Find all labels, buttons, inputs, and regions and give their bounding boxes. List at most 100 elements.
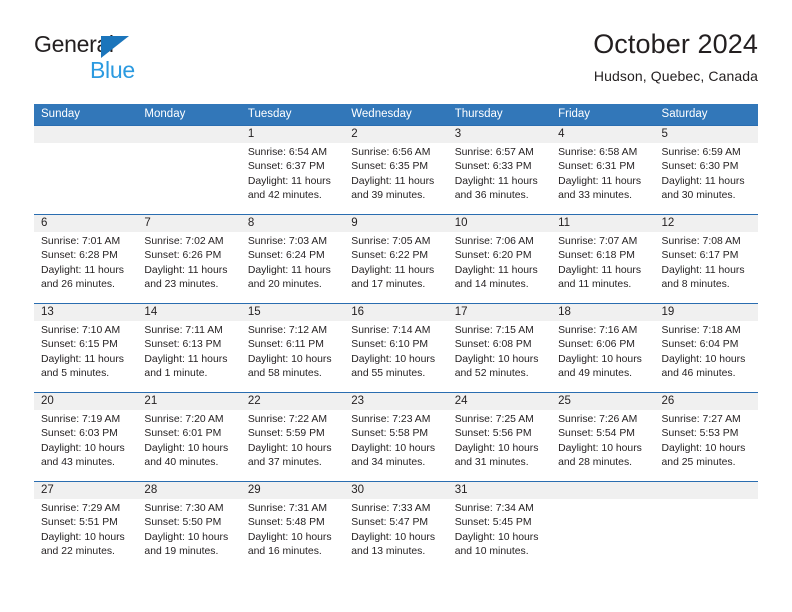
daylight-text-line1: Daylight: 10 hours	[454, 531, 539, 543]
sunset-text: Sunset: 5:53 PM	[661, 428, 739, 440]
sunrise-text: Sunrise: 7:18 AM	[661, 325, 741, 336]
daylight-text-line2: and 55 minutes.	[351, 368, 426, 380]
title-block: October 2024 Hudson, Quebec, Canada	[593, 28, 758, 86]
day-details: Sunrise: 7:10 AM Sunset: 6:15 PM Dayligh…	[34, 321, 137, 382]
day-details: Sunrise: 7:22 AM Sunset: 5:59 PM Dayligh…	[241, 410, 344, 471]
day-cell[interactable]	[34, 126, 138, 214]
day-cell[interactable]: 25 Sunrise: 7:26 AM Sunset: 5:54 PM Dayl…	[551, 393, 655, 481]
day-cell[interactable]	[137, 126, 241, 214]
generalblue-logo[interactable]: General Blue	[34, 31, 214, 87]
weekday-header-thursday: Thursday	[454, 108, 503, 120]
day-number: 26	[654, 393, 758, 410]
day-cell[interactable]	[654, 482, 758, 570]
day-number: 24	[447, 393, 552, 410]
day-details: Sunrise: 7:12 AM Sunset: 6:11 PM Dayligh…	[241, 321, 344, 382]
sunset-text: Sunset: 5:51 PM	[41, 517, 118, 529]
day-cell[interactable]: 13 Sunrise: 7:10 AM Sunset: 6:15 PM Dayl…	[34, 304, 138, 392]
day-cell[interactable]: 16 Sunrise: 7:14 AM Sunset: 6:10 PM Dayl…	[344, 304, 448, 392]
sunrise-text: Sunrise: 7:03 AM	[247, 236, 327, 247]
day-cell[interactable]: 12 Sunrise: 7:08 AM Sunset: 6:17 PM Dayl…	[654, 215, 758, 303]
day-details: Sunrise: 7:30 AM Sunset: 5:50 PM Dayligh…	[137, 499, 240, 560]
day-number: 28	[137, 482, 241, 499]
sunset-text: Sunset: 6:10 PM	[351, 339, 429, 351]
sunset-text: Sunset: 5:54 PM	[558, 428, 635, 440]
daylight-text-line2: and 13 minutes.	[351, 546, 426, 558]
day-cell[interactable]: 21 Sunrise: 7:20 AM Sunset: 6:01 PM Dayl…	[137, 393, 241, 481]
daylight-text-line1: Daylight: 10 hours	[144, 442, 229, 454]
calendar-week-row: 1 Sunrise: 6:54 AM Sunset: 6:37 PM Dayli…	[34, 125, 758, 214]
sunrise-text: Sunrise: 6:58 AM	[558, 147, 638, 158]
day-cell[interactable]: 26 Sunrise: 7:27 AM Sunset: 5:53 PM Dayl…	[654, 393, 758, 481]
day-cell[interactable]: 14 Sunrise: 7:11 AM Sunset: 6:13 PM Dayl…	[137, 304, 241, 392]
sunset-text: Sunset: 6:13 PM	[144, 339, 222, 351]
day-cell[interactable]: 28 Sunrise: 7:30 AM Sunset: 5:50 PM Dayl…	[137, 482, 241, 570]
sunrise-text: Sunrise: 7:23 AM	[351, 414, 431, 425]
daylight-text-line1: Daylight: 10 hours	[41, 531, 125, 543]
day-cell[interactable]: 24 Sunrise: 7:25 AM Sunset: 5:56 PM Dayl…	[447, 393, 552, 481]
day-details: Sunrise: 6:54 AM Sunset: 6:37 PM Dayligh…	[241, 143, 344, 204]
sunrise-text: Sunrise: 7:30 AM	[144, 503, 224, 514]
calendar-week-row: 13 Sunrise: 7:10 AM Sunset: 6:15 PM Dayl…	[34, 303, 758, 392]
daylight-text-line1: Daylight: 10 hours	[558, 353, 642, 365]
sunrise-text: Sunrise: 7:07 AM	[558, 236, 638, 247]
day-cell[interactable]: 8 Sunrise: 7:03 AM Sunset: 6:24 PM Dayli…	[240, 215, 345, 303]
daylight-text-line2: and 30 minutes.	[661, 190, 736, 202]
day-cell[interactable]: 1 Sunrise: 6:54 AM Sunset: 6:37 PM Dayli…	[240, 126, 345, 214]
day-details	[655, 499, 758, 502]
day-cell[interactable]: 18 Sunrise: 7:16 AM Sunset: 6:06 PM Dayl…	[551, 304, 655, 392]
day-cell[interactable]: 31 Sunrise: 7:34 AM Sunset: 5:45 PM Dayl…	[447, 482, 552, 570]
day-details	[34, 143, 137, 146]
day-details: Sunrise: 7:29 AM Sunset: 5:51 PM Dayligh…	[34, 499, 137, 560]
day-cell[interactable]: 27 Sunrise: 7:29 AM Sunset: 5:51 PM Dayl…	[34, 482, 138, 570]
sunrise-text: Sunrise: 7:14 AM	[351, 325, 431, 336]
sunrise-text: Sunrise: 7:34 AM	[454, 503, 534, 514]
daylight-text-line1: Daylight: 10 hours	[558, 442, 642, 454]
day-cell[interactable]: 11 Sunrise: 7:07 AM Sunset: 6:18 PM Dayl…	[551, 215, 655, 303]
day-cell[interactable]: 6 Sunrise: 7:01 AM Sunset: 6:28 PM Dayli…	[34, 215, 138, 303]
day-number: 17	[447, 304, 552, 321]
sunrise-text: Sunrise: 7:19 AM	[41, 414, 121, 425]
sunrise-text: Sunrise: 7:01 AM	[41, 236, 121, 247]
day-cell[interactable]: 15 Sunrise: 7:12 AM Sunset: 6:11 PM Dayl…	[240, 304, 345, 392]
day-number	[551, 482, 655, 499]
sunset-text: Sunset: 6:33 PM	[454, 161, 532, 173]
day-cell[interactable]: 3 Sunrise: 6:57 AM Sunset: 6:33 PM Dayli…	[447, 126, 552, 214]
logo-triangle-icon	[101, 36, 129, 58]
daylight-text-line1: Daylight: 11 hours	[144, 353, 228, 365]
weekday-header-row: Sunday Monday Tuesday Wednesday Thursday…	[34, 104, 758, 125]
day-number: 23	[344, 393, 448, 410]
sunset-text: Sunset: 6:35 PM	[351, 161, 429, 173]
day-number: 27	[34, 482, 138, 499]
day-details: Sunrise: 6:58 AM Sunset: 6:31 PM Dayligh…	[551, 143, 654, 204]
day-cell[interactable]: 5 Sunrise: 6:59 AM Sunset: 6:30 PM Dayli…	[654, 126, 758, 214]
sunrise-text: Sunrise: 7:02 AM	[144, 236, 224, 247]
day-cell[interactable]: 17 Sunrise: 7:15 AM Sunset: 6:08 PM Dayl…	[447, 304, 552, 392]
day-cell[interactable]: 10 Sunrise: 7:06 AM Sunset: 6:20 PM Dayl…	[447, 215, 552, 303]
day-cell[interactable]: 23 Sunrise: 7:23 AM Sunset: 5:58 PM Dayl…	[344, 393, 448, 481]
day-details: Sunrise: 7:08 AM Sunset: 6:17 PM Dayligh…	[655, 232, 758, 293]
day-number	[137, 126, 241, 143]
day-number: 13	[34, 304, 138, 321]
day-cell[interactable]: 19 Sunrise: 7:18 AM Sunset: 6:04 PM Dayl…	[654, 304, 758, 392]
sunrise-text: Sunrise: 7:15 AM	[454, 325, 534, 336]
daylight-text-line1: Daylight: 11 hours	[41, 353, 124, 365]
day-cell[interactable]: 29 Sunrise: 7:31 AM Sunset: 5:48 PM Dayl…	[240, 482, 345, 570]
day-details: Sunrise: 6:56 AM Sunset: 6:35 PM Dayligh…	[344, 143, 447, 204]
day-cell[interactable]: 4 Sunrise: 6:58 AM Sunset: 6:31 PM Dayli…	[551, 126, 655, 214]
day-cell[interactable]	[551, 482, 655, 570]
sunset-text: Sunset: 5:59 PM	[247, 428, 325, 440]
daylight-text-line2: and 10 minutes.	[454, 546, 529, 558]
day-cell[interactable]: 9 Sunrise: 7:05 AM Sunset: 6:22 PM Dayli…	[344, 215, 448, 303]
sunset-text: Sunset: 6:28 PM	[41, 250, 118, 262]
day-cell[interactable]: 20 Sunrise: 7:19 AM Sunset: 6:03 PM Dayl…	[34, 393, 138, 481]
day-details: Sunrise: 7:31 AM Sunset: 5:48 PM Dayligh…	[241, 499, 344, 560]
day-details: Sunrise: 7:03 AM Sunset: 6:24 PM Dayligh…	[241, 232, 344, 293]
day-cell[interactable]: 30 Sunrise: 7:33 AM Sunset: 5:47 PM Dayl…	[344, 482, 448, 570]
day-cell[interactable]: 22 Sunrise: 7:22 AM Sunset: 5:59 PM Dayl…	[240, 393, 345, 481]
day-cell[interactable]: 7 Sunrise: 7:02 AM Sunset: 6:26 PM Dayli…	[137, 215, 241, 303]
sunrise-text: Sunrise: 6:54 AM	[247, 147, 327, 158]
day-cell[interactable]: 2 Sunrise: 6:56 AM Sunset: 6:35 PM Dayli…	[344, 126, 448, 214]
day-details: Sunrise: 7:06 AM Sunset: 6:20 PM Dayligh…	[448, 232, 551, 293]
daylight-text-line1: Daylight: 11 hours	[661, 175, 745, 187]
daylight-text-line2: and 25 minutes.	[661, 457, 736, 469]
